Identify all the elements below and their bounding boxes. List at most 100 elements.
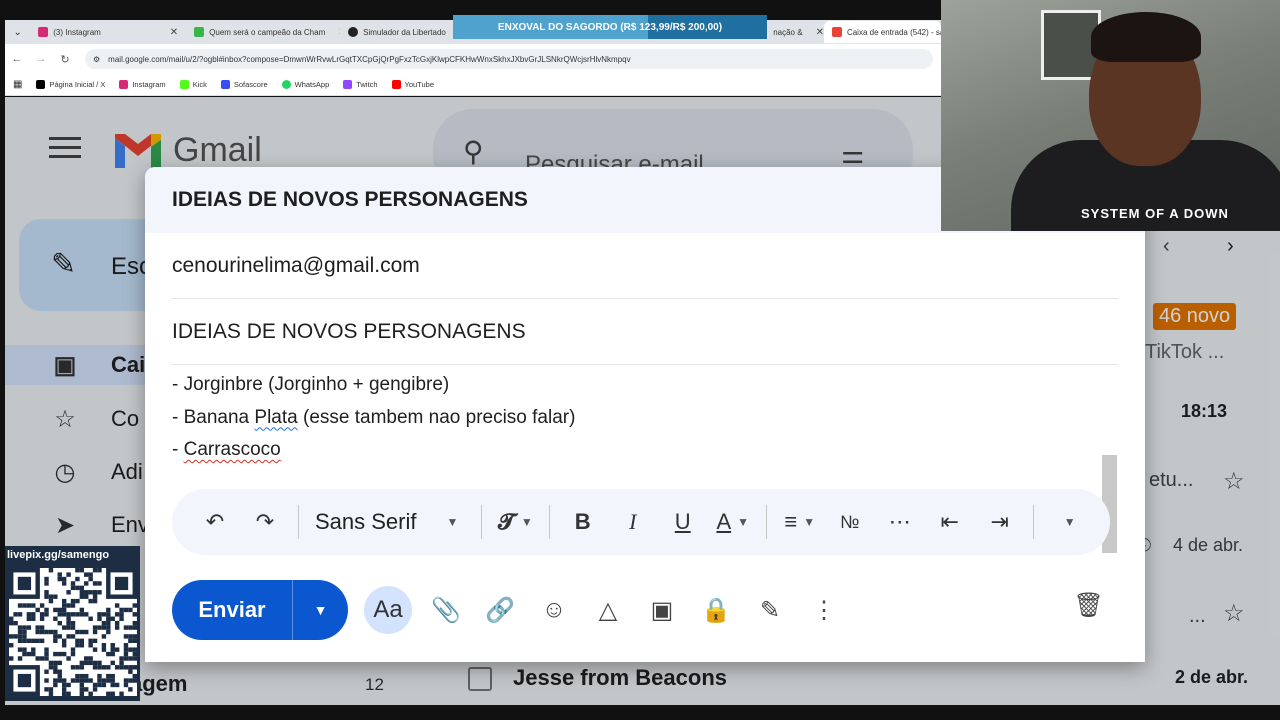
- reload-icon[interactable]: ↻: [53, 53, 77, 66]
- url-field[interactable]: ⚙ mail.google.com/mail/u/2/?ogbl#inbox?c…: [85, 49, 933, 69]
- tab-other[interactable]: nação & ✕: [765, 21, 824, 43]
- qr-module: [75, 673, 80, 679]
- qr-module: [88, 691, 93, 696]
- tab-search-icon[interactable]: ⌄: [5, 27, 30, 38]
- qr-module: [53, 669, 58, 674]
- attach-icon[interactable]: 📎: [426, 590, 466, 630]
- qr-module: [106, 625, 111, 630]
- qr-module: [97, 682, 102, 688]
- qr-module: [101, 612, 107, 617]
- bookmark-sofascore[interactable]: Sofascore: [220, 80, 268, 89]
- text-color-icon[interactable]: A ▼: [716, 502, 750, 542]
- trash-icon[interactable]: 🗑: [1074, 591, 1104, 620]
- close-icon[interactable]: ✕: [808, 27, 824, 38]
- indent-more-icon[interactable]: ⇥: [983, 502, 1017, 542]
- bold-icon[interactable]: B: [566, 502, 600, 542]
- qr-module: [17, 625, 23, 630]
- qr-module: [61, 612, 67, 617]
- more-formatting-icon[interactable]: ▼: [1050, 502, 1084, 542]
- qr-module: [75, 585, 80, 591]
- qr-module: [128, 665, 133, 670]
- qr-module: [31, 647, 36, 652]
- qr-module: [48, 629, 54, 635]
- send-button[interactable]: Enviar ▼: [172, 580, 348, 640]
- spellcheck-word[interactable]: Carrascoco: [184, 439, 281, 460]
- photo-icon[interactable]: ▣: [642, 590, 682, 630]
- qr-module: [53, 678, 58, 683]
- spellcheck-word[interactable]: Plata: [254, 407, 297, 428]
- drive-icon[interactable]: △: [588, 590, 628, 630]
- bookmark-instagram[interactable]: Instagram: [119, 80, 166, 89]
- qr-module: [66, 682, 71, 688]
- redo-icon[interactable]: ↷: [248, 502, 282, 542]
- tab-instagram[interactable]: (3) Instagram ✕: [30, 21, 186, 43]
- bookmark-kick[interactable]: Kick: [179, 80, 207, 89]
- whatsapp-icon: [281, 80, 291, 89]
- qr-module: [75, 638, 80, 644]
- subject-field[interactable]: IDEIAS DE NOVOS PERSONAGENS: [172, 299, 1118, 365]
- qr-module: [114, 665, 120, 670]
- qr-module: [31, 616, 36, 621]
- apps-icon[interactable]: ▦: [13, 79, 22, 90]
- close-icon[interactable]: ✕: [162, 27, 178, 38]
- qr-module: [70, 634, 76, 639]
- qr-module: [114, 603, 120, 608]
- bookmark-twitch[interactable]: Twitch: [343, 80, 378, 89]
- to-field[interactable]: cenourinelima@gmail.com: [172, 233, 1118, 299]
- qr-module: [13, 634, 18, 639]
- qr-module: [39, 616, 45, 621]
- close-icon[interactable]: ✕: [330, 27, 340, 38]
- italic-icon[interactable]: I: [616, 502, 650, 542]
- tab-campeao[interactable]: Quem será o campeão da Cham ✕: [186, 21, 340, 43]
- qr-module: [26, 625, 32, 630]
- qr-module: [44, 687, 49, 692]
- qr-module: [88, 638, 93, 644]
- qr-module: [119, 691, 124, 696]
- signature-icon[interactable]: ✎: [750, 590, 790, 630]
- qr-module: [106, 678, 111, 683]
- qr-module: [101, 678, 107, 683]
- underline-icon[interactable]: U: [666, 502, 700, 542]
- qr-module: [101, 643, 107, 648]
- qr-module: [53, 638, 58, 644]
- text-size-icon[interactable]: 𝓣 ▼: [498, 502, 533, 542]
- numbered-list-icon[interactable]: №: [833, 502, 867, 542]
- qr-module: [53, 660, 58, 666]
- tab-simulador[interactable]: Simulador da Libertado: [340, 21, 457, 43]
- bulleted-list-icon[interactable]: ⋯: [883, 502, 917, 542]
- more-options-icon[interactable]: ⋮: [804, 590, 844, 630]
- bookmark-x[interactable]: Página Inicial / X: [36, 80, 105, 89]
- body-line: - Banana Plata (esse tambem nao preciso …: [172, 402, 575, 435]
- emoji-icon[interactable]: ☺: [534, 590, 574, 630]
- font-select[interactable]: Sans Serif ▼: [315, 502, 465, 542]
- link-icon[interactable]: 🔗: [480, 590, 520, 630]
- schedule-send-icon[interactable]: ▼: [293, 602, 348, 618]
- indent-less-icon[interactable]: ⇤: [933, 502, 967, 542]
- message-body[interactable]: - Jorginbre (Jorginho + gengibre) - Bana…: [172, 369, 575, 467]
- tab-gmail[interactable]: Caixa de entrada (542) - sa: [823, 21, 941, 43]
- qr-module: [128, 634, 133, 639]
- forward-icon[interactable]: →: [29, 53, 53, 65]
- undo-icon[interactable]: ↶: [198, 502, 232, 542]
- qr-module: [9, 643, 14, 648]
- confidential-mode-icon[interactable]: 🔒: [696, 590, 736, 630]
- qr-module: [70, 603, 76, 608]
- qr-module: [44, 651, 49, 657]
- chevron-down-icon: ▼: [520, 515, 533, 529]
- bookmark-whatsapp[interactable]: WhatsApp: [281, 80, 329, 89]
- qr-module: [79, 590, 85, 595]
- back-icon[interactable]: ←: [5, 53, 29, 65]
- recipient-chip[interactable]: cenourinelima@gmail.com: [172, 254, 420, 278]
- shirt-print: SYSTEM OF A DOWN: [1081, 206, 1229, 221]
- qr-module: [132, 673, 137, 679]
- formatting-options-button[interactable]: Aa: [364, 586, 412, 634]
- site-info-icon[interactable]: ⚙: [93, 55, 100, 64]
- chevron-down-icon: ▼: [803, 515, 816, 529]
- compose-window: IDEIAS DE NOVOS PERSONAGENS cenourinelim…: [145, 167, 1145, 662]
- formatting-toolbar: ↶ ↷ Sans Serif ▼ 𝓣 ▼ B I U A ▼ ≡ ▼ № ⋯ ⇤ ⇥ ▼: [172, 489, 1110, 555]
- bookmark-youtube[interactable]: YouTube: [391, 80, 434, 89]
- instagram-icon: [119, 80, 129, 89]
- qr-module: [22, 634, 27, 639]
- align-icon[interactable]: ≡ ▼: [783, 502, 817, 542]
- qr-module: [84, 673, 89, 679]
